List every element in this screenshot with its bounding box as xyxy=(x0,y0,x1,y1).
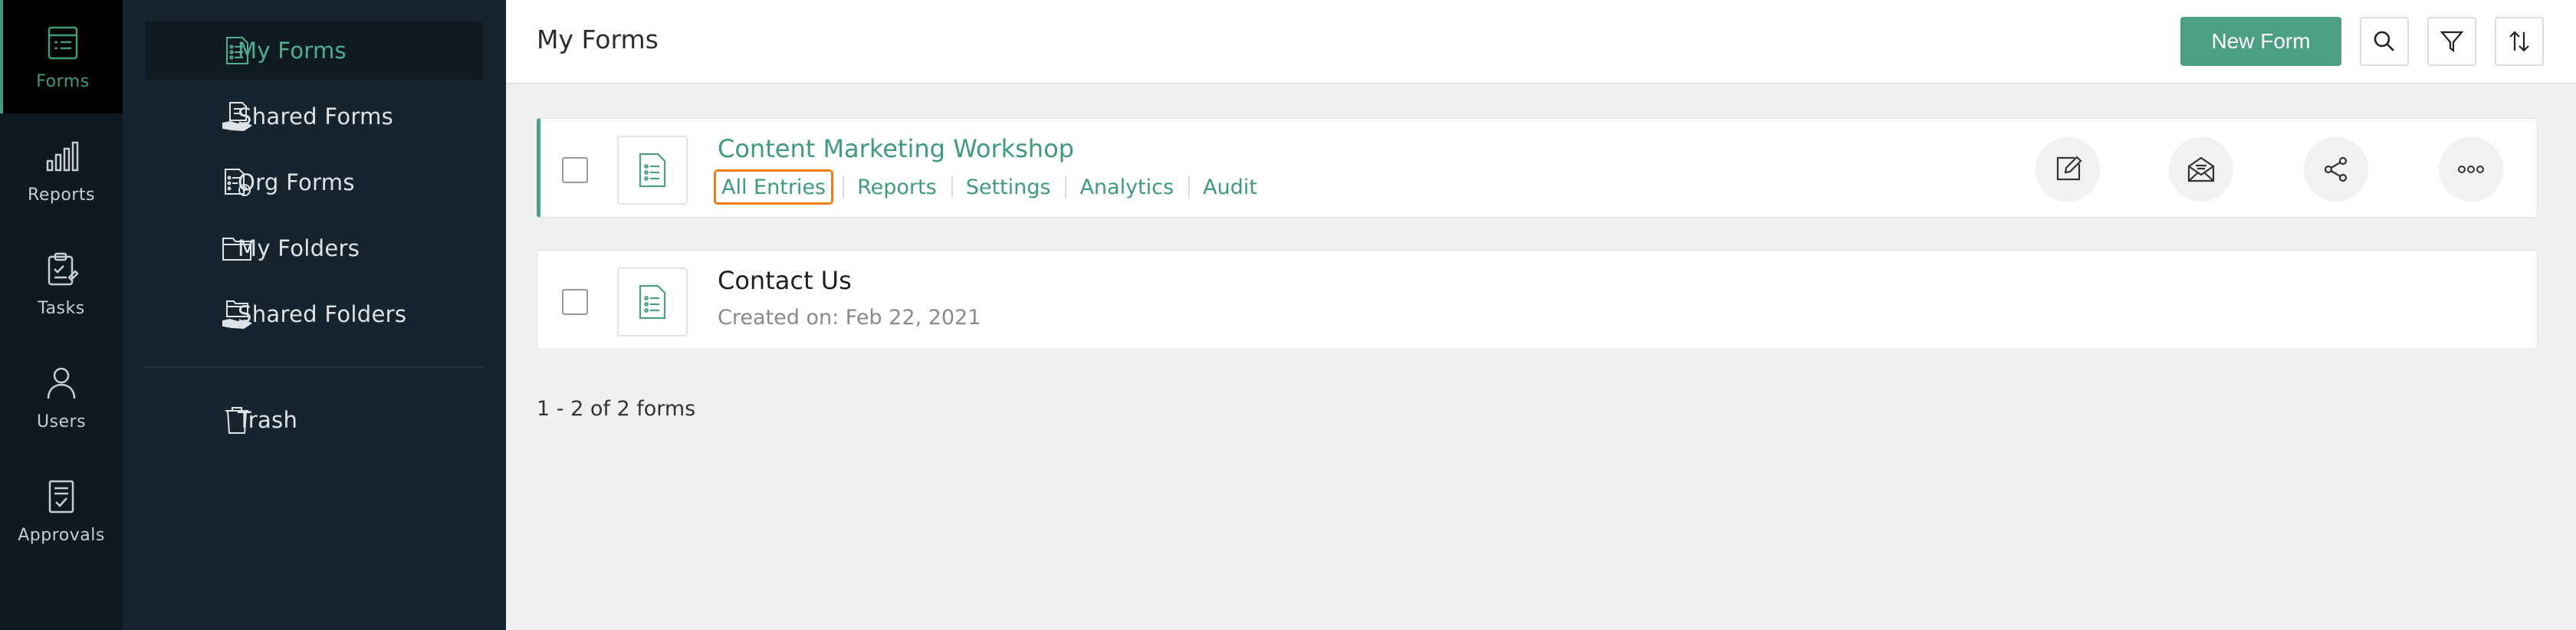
edit-form-button[interactable] xyxy=(2036,137,2100,202)
edit-icon xyxy=(2056,156,2082,181)
form-title-link[interactable]: Contact Us xyxy=(718,266,852,295)
sidebar-item-my-forms[interactable]: My Forms xyxy=(146,21,483,80)
form-select-checkbox[interactable] xyxy=(562,289,588,315)
more-options-button[interactable] xyxy=(2439,137,2503,202)
open-envelope-icon xyxy=(2187,156,2215,182)
filter-icon xyxy=(2440,31,2464,53)
form-doc-icon xyxy=(639,153,666,188)
share-icon xyxy=(2324,156,2348,182)
sidebar-item-label: Trash xyxy=(238,407,298,433)
share-form-button[interactable] xyxy=(2304,137,2368,202)
bar-chart-icon xyxy=(41,136,81,176)
form-title-link[interactable]: Content Marketing Workshop xyxy=(718,134,1074,163)
app-icon-rail: Forms Reports Tasks Users Approvals xyxy=(0,0,123,630)
rail-item-label: Forms xyxy=(36,71,90,91)
sidebar-item-label: My Folders xyxy=(238,235,360,261)
rail-item-users[interactable]: Users xyxy=(0,340,123,454)
all-entries-link[interactable]: All Entries xyxy=(714,169,834,205)
more-horizontal-icon xyxy=(2458,166,2484,173)
form-thumbnail xyxy=(617,136,688,205)
sidebar-item-label: Shared Folders xyxy=(238,301,407,327)
sidebar-item-trash[interactable]: Trash xyxy=(146,391,483,449)
settings-link[interactable]: Settings xyxy=(951,169,1066,205)
sidebar-item-shared-forms[interactable]: Shared Forms xyxy=(146,87,483,146)
form-quick-links: All Entries Reports Settings Analytics A… xyxy=(714,169,1272,205)
search-button[interactable] xyxy=(2360,17,2409,66)
approval-doc-icon xyxy=(41,477,81,517)
sidebar-item-label: My Forms xyxy=(238,38,347,64)
rail-item-label: Approvals xyxy=(18,525,105,545)
sort-icon xyxy=(2509,31,2529,52)
sidebar-divider xyxy=(146,366,483,368)
created-date: Feb 22, 2021 xyxy=(845,306,981,330)
rail-item-label: Reports xyxy=(28,185,95,205)
form-thumbnail xyxy=(617,267,688,336)
audit-link[interactable]: Audit xyxy=(1188,169,1272,205)
created-label: Created on: xyxy=(718,306,840,330)
sidebar-item-label: Shared Forms xyxy=(238,103,394,130)
page-title: My Forms xyxy=(537,25,659,54)
sidebar-item-shared-folders[interactable]: Shared Folders xyxy=(146,285,483,343)
analytics-link[interactable]: Analytics xyxy=(1065,169,1188,205)
rail-item-tasks[interactable]: Tasks xyxy=(0,227,123,340)
form-card[interactable]: Contact Us Created on: Feb 22, 2021 xyxy=(537,250,2538,349)
rail-item-reports[interactable]: Reports xyxy=(0,113,123,227)
new-form-button[interactable]: New Form xyxy=(2180,17,2341,66)
page-header: My Forms New Form xyxy=(506,0,2576,84)
user-icon xyxy=(41,363,81,403)
share-email-button[interactable] xyxy=(2169,137,2233,202)
forms-count: 1 - 2 of 2 forms xyxy=(537,397,696,421)
rail-item-label: Users xyxy=(36,412,87,431)
search-icon xyxy=(2374,31,2394,51)
form-select-checkbox[interactable] xyxy=(562,157,588,183)
form-doc-icon xyxy=(639,284,666,320)
forms-icon xyxy=(43,23,83,63)
reports-link[interactable]: Reports xyxy=(843,169,951,205)
rail-item-forms[interactable]: Forms xyxy=(0,0,123,113)
form-created-meta: Created on: Feb 22, 2021 xyxy=(718,306,981,330)
rail-item-approvals[interactable]: Approvals xyxy=(0,454,123,567)
clipboard-check-icon xyxy=(41,250,81,290)
sort-button[interactable] xyxy=(2495,17,2544,66)
filter-button[interactable] xyxy=(2427,17,2476,66)
form-card[interactable]: Content Marketing Workshop All Entries R… xyxy=(537,118,2538,218)
sidebar-item-org-forms[interactable]: Org Forms xyxy=(146,153,483,212)
rail-item-label: Tasks xyxy=(38,298,85,318)
sidebar-item-my-folders[interactable]: My Folders xyxy=(146,219,483,277)
sidebar-item-label: Org Forms xyxy=(238,169,355,195)
forms-sidebar: My Forms Shared Forms Org Forms My Folde… xyxy=(123,0,506,630)
